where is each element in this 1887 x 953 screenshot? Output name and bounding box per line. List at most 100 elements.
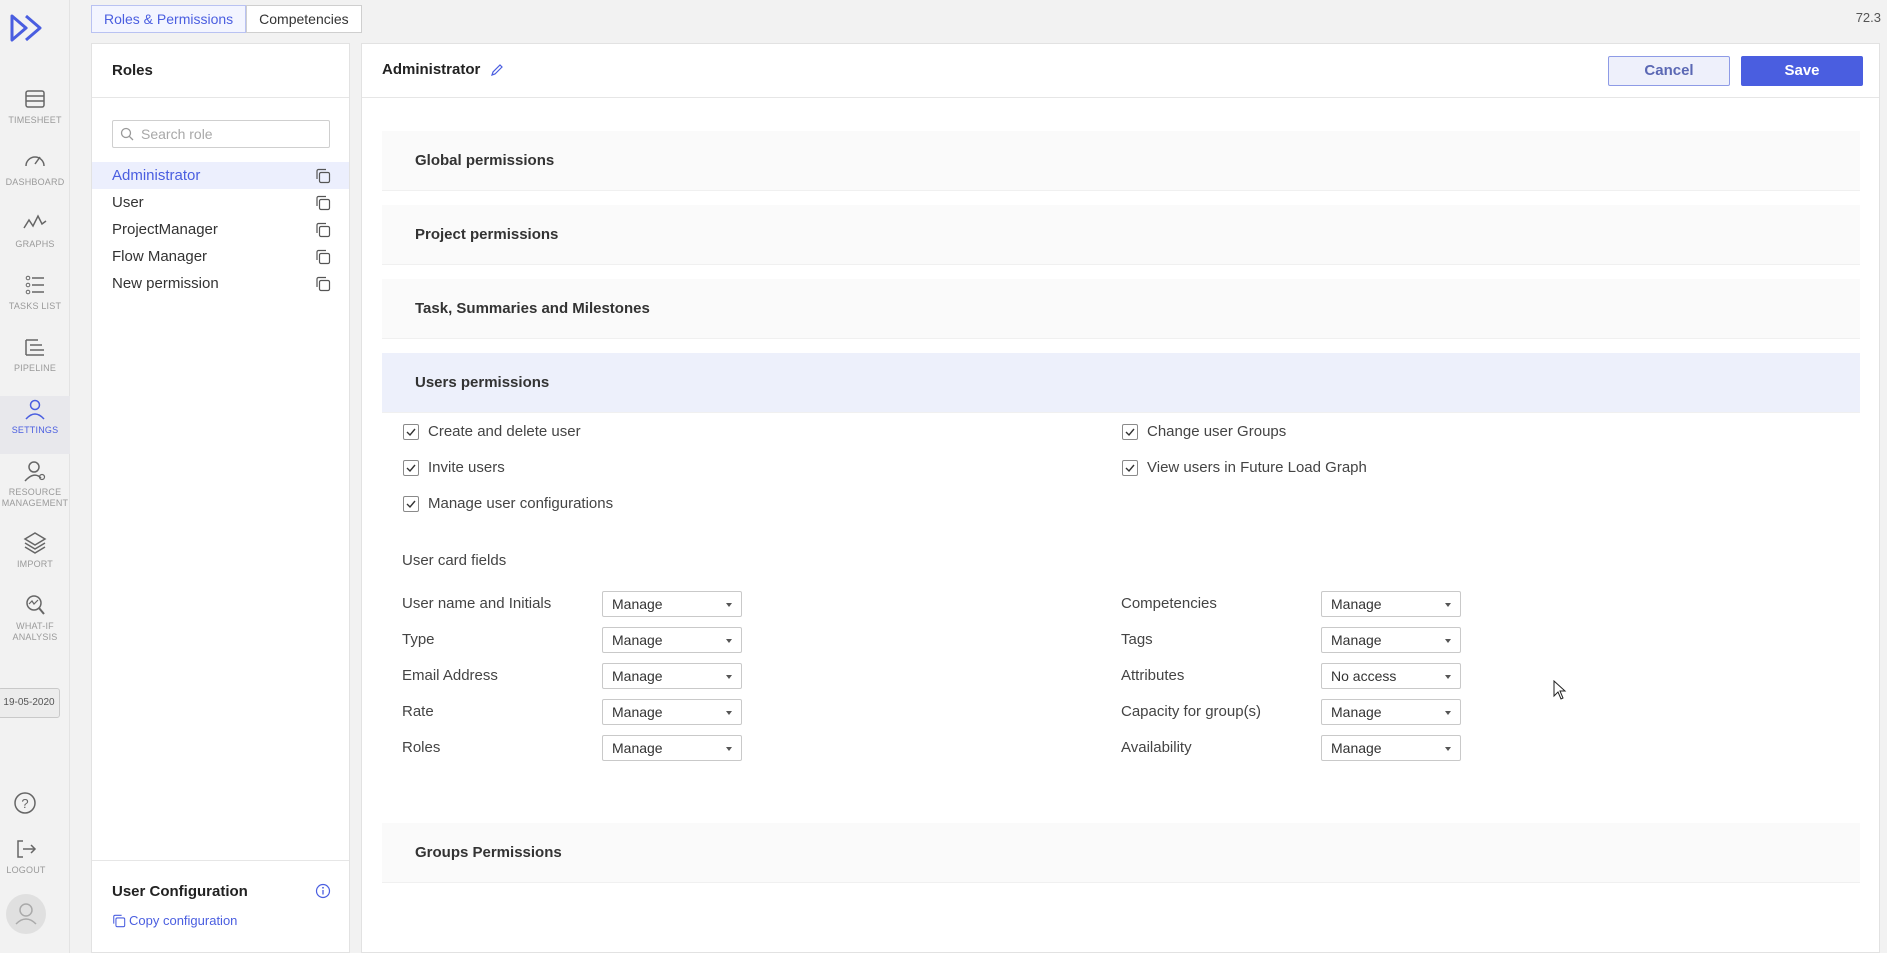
nav-label: TIMESHEET [8,115,62,125]
role-item-administrator[interactable]: Administrator [92,162,349,189]
user-configuration-footer: User Configuration Copy configuration [92,860,349,953]
cancel-button[interactable]: Cancel [1608,56,1730,86]
role-item-flow-manager[interactable]: Flow Manager [92,243,349,270]
help-icon[interactable]: ? [12,790,38,816]
caret-down-icon [1445,711,1451,715]
caret-down-icon [726,711,732,715]
select-rate[interactable]: Manage [602,699,742,725]
pipeline-icon [25,339,44,356]
select-value: Manage [612,740,663,756]
checkbox[interactable] [403,423,419,440]
nav-label: MANAGEMENT [1,498,69,508]
section-project-permissions[interactable]: Project permissions [382,205,1860,265]
select-capacity-for-groups[interactable]: Manage [1321,699,1461,725]
role-label: User [112,194,144,211]
caret-down-icon [1445,747,1451,751]
checkbox[interactable] [403,495,419,512]
nav-label: RESOURCE [8,487,62,497]
perm-label: Change user Groups [1147,423,1287,440]
checkbox[interactable] [1122,423,1138,440]
nav-label: GRAPHS [15,239,55,249]
check-icon [406,428,416,436]
perm-change-user-groups[interactable]: Change user Groups [1122,423,1286,440]
field-label: Email Address [402,667,498,684]
layers-icon [23,532,47,554]
perm-view-users-future-load[interactable]: View users in Future Load Graph [1122,459,1367,476]
select-competencies[interactable]: Manage [1321,591,1461,617]
field-label: Rate [402,703,434,720]
copy-icon[interactable] [315,249,331,265]
copy-icon[interactable] [315,222,331,238]
perm-label: Manage user configurations [428,495,614,512]
caret-down-icon [1445,639,1451,643]
checkbox[interactable] [1122,459,1138,476]
nav-import[interactable]: IMPORT [0,530,70,588]
caret-down-icon [726,747,732,751]
nav-label: DASHBOARD [5,177,65,187]
select-type[interactable]: Manage [602,627,742,653]
nav-label: WHAT-IF [16,621,54,631]
nav-label: ANALYSIS [12,632,58,642]
perm-label: Create and delete user [428,423,581,440]
copy-configuration-link[interactable]: Copy configuration [112,913,237,928]
field-label: User name and Initials [402,595,552,612]
nav-tasks-list[interactable]: TASKS LIST [0,272,70,330]
check-icon [406,500,416,508]
nav-timesheet[interactable]: TIMESHEET [0,86,70,144]
select-attributes[interactable]: No access [1321,663,1461,689]
section-global-permissions[interactable]: Global permissions [382,131,1860,191]
nav-label: SETTINGS [11,425,59,435]
user-configuration-title: User Configuration [112,883,248,900]
role-item-user[interactable]: User [92,189,349,216]
select-roles[interactable]: Manage [602,735,742,761]
checkbox[interactable] [403,459,419,476]
copy-icon[interactable] [315,276,331,292]
avatar[interactable] [6,894,46,934]
select-email-address[interactable]: Manage [602,663,742,689]
copy-icon[interactable] [315,168,331,184]
select-user-name-initials[interactable]: Manage [602,591,742,617]
perm-invite-users[interactable]: Invite users [403,459,505,476]
role-editor-panel: Administrator Cancel Save Global permiss… [361,43,1880,953]
field-label: Capacity for group(s) [1121,703,1262,720]
nav-settings[interactable]: SETTINGS [0,396,70,454]
save-button[interactable]: Save [1741,56,1863,86]
role-item-new-permission[interactable]: New permission [92,270,349,297]
logout-button[interactable]: LOGOUT [0,836,52,876]
role-label: New permission [112,275,219,292]
date-chip[interactable]: 19-05-2020 [0,688,60,718]
field-label: Attributes [1121,667,1185,684]
timesheet-icon [25,90,45,108]
roles-panel: Roles Administrator User ProjectManager … [91,43,350,953]
nav-graphs[interactable]: GRAPHS [0,210,70,268]
pencil-icon[interactable] [490,63,504,77]
select-value: Manage [612,704,663,720]
role-list: Administrator User ProjectManager Flow M… [92,162,349,297]
search-role-input[interactable] [141,124,321,144]
mouse-cursor-icon [1553,680,1567,700]
copy-icon[interactable] [315,195,331,211]
section-groups-permissions[interactable]: Groups Permissions [382,823,1860,883]
section-task-summaries-milestones[interactable]: Task, Summaries and Milestones [382,279,1860,339]
nav-label: PIPELINE [13,363,57,373]
select-availability[interactable]: Manage [1321,735,1461,761]
nav-resource-management[interactable]: RESOURCE MANAGEMENT [0,458,70,522]
app-logo-icon[interactable] [8,12,46,44]
tab-competencies[interactable]: Competencies [246,5,362,33]
nav-pipeline[interactable]: PIPELINE [0,334,70,392]
select-value: Manage [1331,740,1382,756]
section-users-permissions[interactable]: Users permissions [382,353,1860,413]
tab-roles-permissions[interactable]: Roles & Permissions [91,5,247,33]
info-icon[interactable] [315,883,331,899]
version-label: 72.3 [1855,10,1881,25]
search-role-field[interactable] [112,120,330,148]
perm-create-delete-user[interactable]: Create and delete user [403,423,581,440]
nav-dashboard[interactable]: DASHBOARD [0,148,70,206]
user-card-fields-title: User card fields [402,552,507,569]
role-item-projectmanager[interactable]: ProjectManager [92,216,349,243]
caret-down-icon [726,603,732,607]
select-tags[interactable]: Manage [1321,627,1461,653]
perm-manage-user-configurations[interactable]: Manage user configurations [403,495,613,512]
nav-what-if-analysis[interactable]: WHAT-IF ANALYSIS [0,592,70,656]
role-editor-header: Administrator Cancel Save [362,44,1879,98]
